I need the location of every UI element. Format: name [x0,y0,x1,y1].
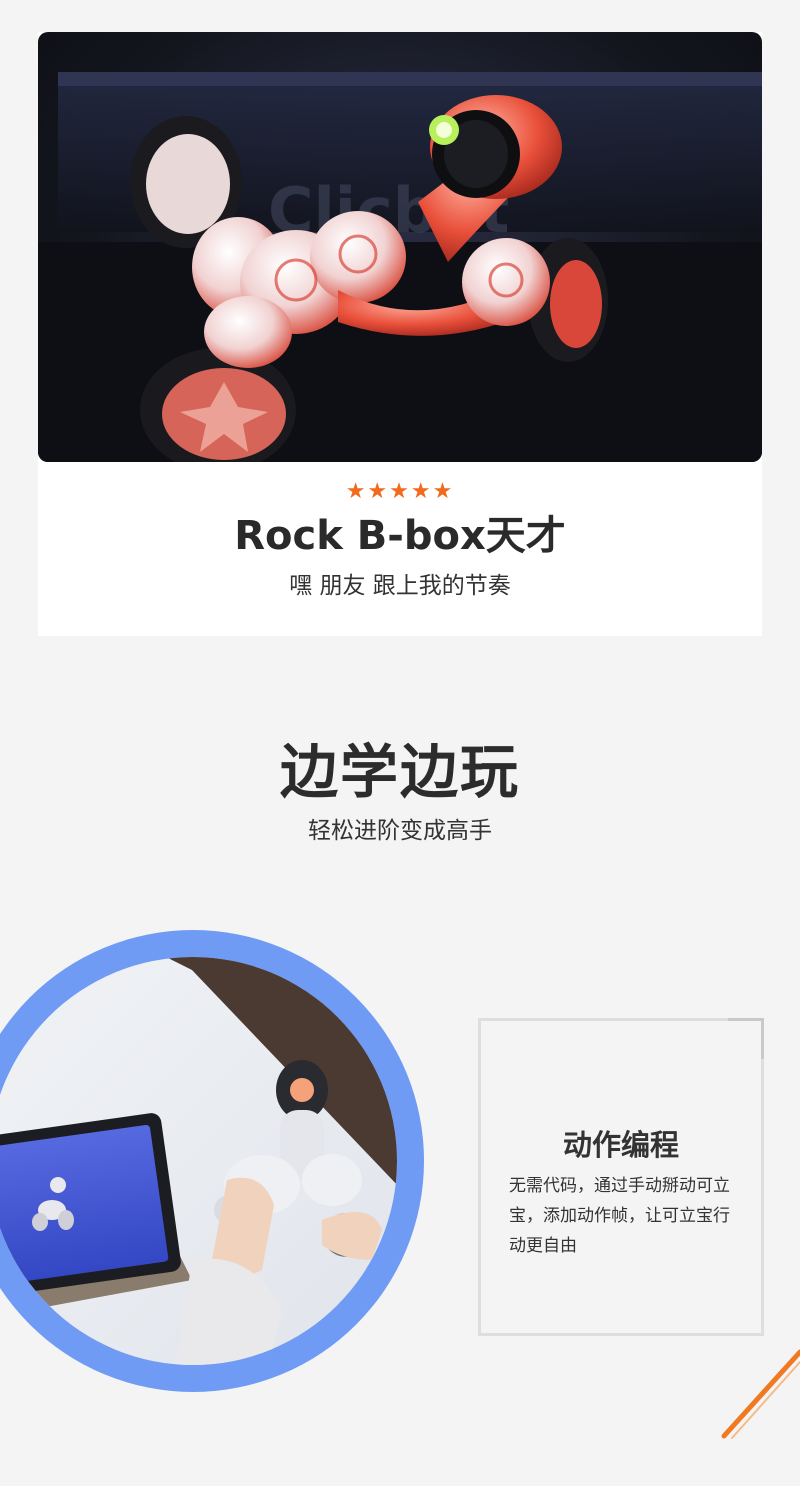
section-title: 边学边玩 [279,738,520,806]
robot-photo: Clicbot [38,32,762,462]
rating-stars: ★★★★★ [38,480,762,504]
feature-title: 动作编程 [562,1128,679,1162]
feature-box: 动作编程 无需代码，通过手动掰动可立宝，添加动作帧，让可立宝行动更自由 [478,1018,764,1336]
product-card: Clicbot ★★★★★ Rock B-box天才 嘿 朋友 跟上我的节奏 [38,32,762,636]
accent-stripe [721,1349,800,1439]
product-title: Rock B-box天才 [234,513,566,559]
section-subtitle: 轻松进阶变成高手 [308,818,492,844]
feature-description: 无需代码，通过手动掰动可立宝，添加动作帧，让可立宝行动更自由 [509,1176,730,1256]
product-subtitle: 嘿 朋友 跟上我的节奏 [289,573,511,599]
corner-accent [728,1018,764,1059]
programming-photo [0,930,424,1392]
star-icon: ★★★★★ [345,479,455,504]
